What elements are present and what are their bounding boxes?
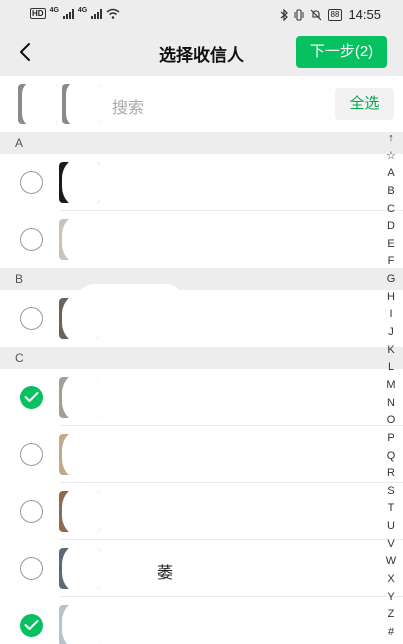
contact-row[interactable] bbox=[0, 426, 403, 483]
signal-icon-2 bbox=[91, 8, 103, 19]
unchecked-radio-icon[interactable] bbox=[20, 171, 43, 194]
index-letter[interactable]: J bbox=[380, 324, 402, 342]
hd-icon: HD bbox=[30, 8, 46, 19]
index-letter[interactable]: W bbox=[380, 553, 402, 571]
contact-row[interactable] bbox=[0, 369, 403, 426]
avatar-mask bbox=[62, 162, 100, 203]
contact-row[interactable] bbox=[0, 284, 403, 347]
index-letter[interactable]: # bbox=[380, 624, 402, 642]
avatar-mask bbox=[62, 219, 100, 260]
signal-icon bbox=[62, 8, 74, 19]
contact-row[interactable] bbox=[0, 211, 403, 268]
contact-name: 萎 bbox=[157, 565, 174, 582]
next-step-button[interactable]: 下一步(2) bbox=[296, 36, 387, 68]
section-header-a: A bbox=[0, 132, 403, 154]
avatar-mask bbox=[62, 434, 100, 475]
index-letter[interactable]: H bbox=[380, 289, 402, 307]
checked-radio-icon[interactable] bbox=[20, 614, 43, 637]
avatar bbox=[59, 377, 100, 418]
index-letter[interactable]: E bbox=[380, 236, 402, 254]
mute-bell-icon bbox=[310, 9, 321, 20]
contact-row[interactable] bbox=[0, 154, 403, 211]
avatar-mask bbox=[62, 491, 100, 532]
search-input[interactable]: 搜索 bbox=[112, 94, 144, 118]
index-letter[interactable]: F bbox=[380, 253, 402, 271]
search-row: 搜索 全选 bbox=[0, 76, 403, 132]
unchecked-radio-icon[interactable] bbox=[20, 557, 43, 580]
index-letter[interactable]: P bbox=[380, 430, 402, 448]
selected-avatar[interactable] bbox=[62, 84, 102, 124]
index-letter[interactable]: N bbox=[380, 395, 402, 413]
unchecked-radio-icon[interactable] bbox=[20, 228, 43, 251]
index-letter[interactable]: Q bbox=[380, 448, 402, 466]
avatar-mask bbox=[66, 84, 102, 124]
alphabet-index[interactable]: ↑ ☆ A B C D E F G H I J K L M N O P Q R S T U V W X Y Z # bbox=[380, 130, 402, 642]
section-header-c: C bbox=[0, 347, 403, 369]
index-letter[interactable]: L bbox=[380, 359, 402, 377]
index-letter[interactable]: Z bbox=[380, 606, 402, 624]
index-letter[interactable]: M bbox=[380, 377, 402, 395]
index-letter[interactable]: K bbox=[380, 342, 402, 360]
index-letter[interactable]: ☆ bbox=[380, 148, 402, 166]
status-right: 88 14:55 bbox=[280, 7, 381, 22]
avatar bbox=[59, 434, 100, 475]
select-all-button[interactable]: 全选 bbox=[335, 88, 394, 120]
index-letter[interactable]: U bbox=[380, 518, 402, 536]
index-letter[interactable]: ↑ bbox=[380, 130, 402, 148]
avatar-mask bbox=[62, 548, 100, 589]
index-letter[interactable]: I bbox=[380, 306, 402, 324]
index-letter[interactable]: Y bbox=[380, 589, 402, 607]
unchecked-radio-icon[interactable] bbox=[20, 307, 43, 330]
status-bar: HD 4G 4G 88 14:55 bbox=[0, 0, 403, 28]
redaction bbox=[75, 284, 185, 329]
unchecked-radio-icon[interactable] bbox=[20, 443, 43, 466]
contact-list: A B C 萎 bbox=[0, 132, 403, 644]
contact-row[interactable]: 萎 bbox=[0, 540, 403, 597]
avatar-mask bbox=[62, 377, 100, 418]
avatar bbox=[59, 605, 100, 644]
network-type-1: 4G bbox=[49, 7, 59, 14]
index-letter[interactable]: R bbox=[380, 465, 402, 483]
index-letter[interactable]: B bbox=[380, 183, 402, 201]
vibrate-icon bbox=[294, 8, 304, 21]
wifi-icon bbox=[106, 8, 120, 19]
index-letter[interactable]: G bbox=[380, 271, 402, 289]
contact-row[interactable] bbox=[0, 483, 403, 540]
bluetooth-icon bbox=[280, 8, 288, 21]
selected-avatar[interactable] bbox=[18, 84, 58, 124]
section-header-b: B bbox=[0, 268, 403, 290]
status-time: 14:55 bbox=[348, 7, 381, 22]
checked-radio-icon[interactable] bbox=[20, 386, 43, 409]
nav-bar: 选择收信人 下一步(2) bbox=[0, 28, 403, 76]
avatar-mask bbox=[22, 84, 58, 124]
avatar bbox=[59, 219, 100, 260]
status-left: HD 4G 4G bbox=[30, 7, 120, 19]
contact-row[interactable] bbox=[0, 597, 403, 644]
index-letter[interactable]: V bbox=[380, 536, 402, 554]
avatar bbox=[59, 491, 100, 532]
avatar bbox=[59, 548, 100, 589]
network-type-2: 4G bbox=[77, 7, 88, 14]
index-letter[interactable]: T bbox=[380, 500, 402, 518]
index-letter[interactable]: O bbox=[380, 412, 402, 430]
index-letter[interactable]: S bbox=[380, 483, 402, 501]
index-letter[interactable]: X bbox=[380, 571, 402, 589]
index-letter[interactable]: D bbox=[380, 218, 402, 236]
battery-icon: 88 bbox=[327, 8, 343, 21]
avatar bbox=[59, 162, 100, 203]
index-letter[interactable]: A bbox=[380, 165, 402, 183]
index-letter[interactable]: C bbox=[380, 201, 402, 219]
unchecked-radio-icon[interactable] bbox=[20, 500, 43, 523]
avatar-mask bbox=[62, 605, 100, 644]
